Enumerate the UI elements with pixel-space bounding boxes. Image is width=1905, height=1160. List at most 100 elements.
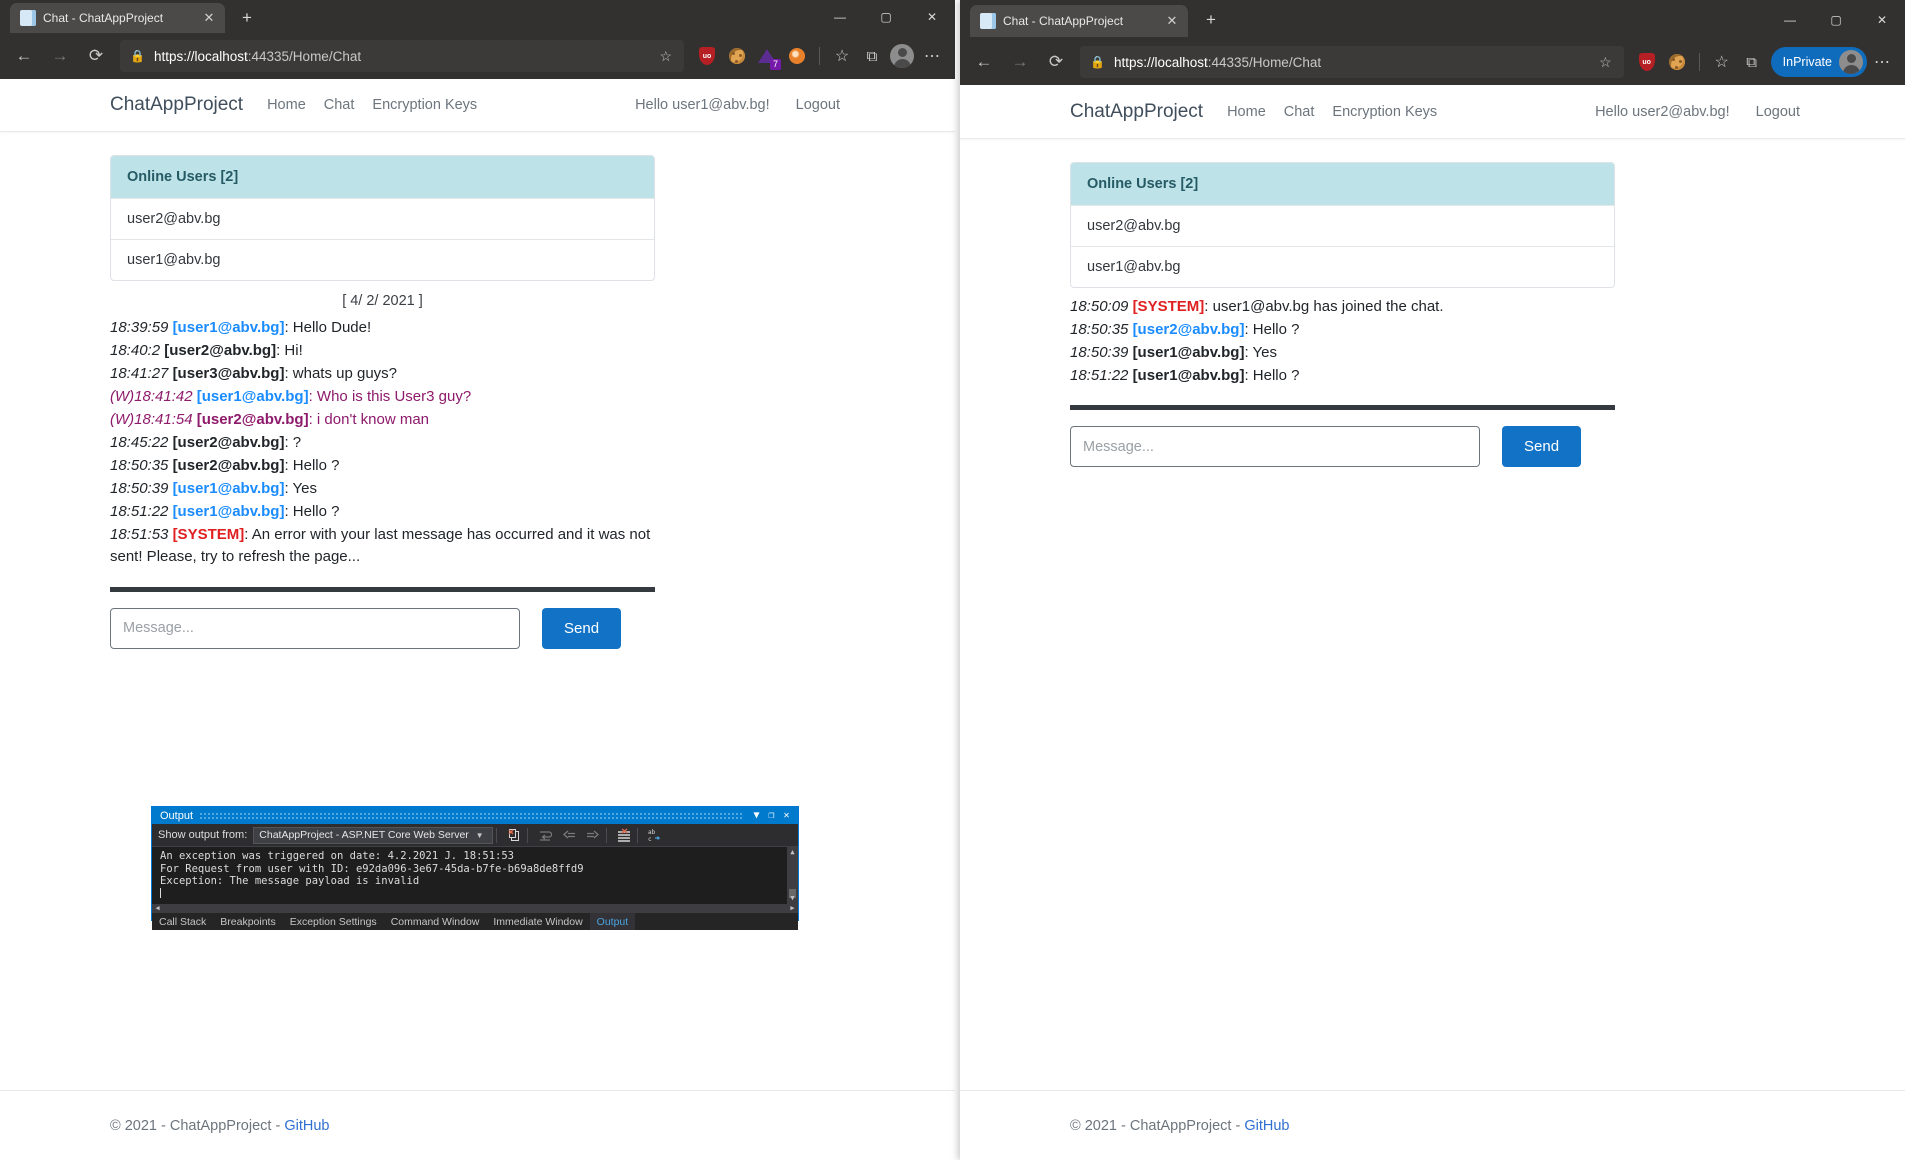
chat-message-whisper: (W)18:41:42 [user1@abv.bg]: Who is this … xyxy=(110,386,670,408)
output-vertical-scrollbar[interactable]: ▲ ▼ xyxy=(787,847,798,904)
online-user-row[interactable]: user1@abv.bg xyxy=(1071,246,1614,287)
nav-link-encryption-keys[interactable]: Encryption Keys xyxy=(1332,104,1437,120)
logout-link[interactable]: Logout xyxy=(1756,104,1800,120)
navigate-back-icon[interactable] xyxy=(559,826,579,845)
close-icon[interactable]: ✕ xyxy=(779,810,794,821)
logout-link[interactable]: Logout xyxy=(796,97,840,113)
toolbar-divider xyxy=(496,827,498,843)
message-input[interactable] xyxy=(110,607,520,649)
settings-more-icon[interactable]: ⋯ xyxy=(917,41,947,71)
send-button[interactable]: Send xyxy=(1502,426,1582,468)
output-console[interactable]: An exception was triggered on date: 4.2.… xyxy=(152,847,798,904)
reload-button[interactable]: ⟳ xyxy=(80,40,112,72)
nav-link-home[interactable]: Home xyxy=(1227,104,1266,120)
ublock-shield-icon[interactable]: uo xyxy=(1632,47,1662,77)
inprivate-badge[interactable]: InPrivate xyxy=(1770,47,1867,77)
address-bar[interactable]: 🔒 https://localhost:44335/Home/Chat ☆ xyxy=(120,40,684,72)
profile-avatar[interactable] xyxy=(887,41,917,71)
add-favorite-icon[interactable]: ☆ xyxy=(653,48,678,65)
send-button[interactable]: Send xyxy=(542,607,622,649)
message-author: [user2@abv.bg] xyxy=(172,457,285,475)
navigate-forward-icon[interactable] xyxy=(583,826,603,845)
browser-tab-right[interactable]: Chat - ChatAppProject ✕ xyxy=(970,5,1188,37)
minimize-button[interactable]: — xyxy=(817,0,863,33)
scroll-left-icon[interactable]: ◀ xyxy=(152,904,163,913)
drag-handle-dots[interactable] xyxy=(199,812,743,819)
purple-extension-icon[interactable]: 7 xyxy=(752,41,782,71)
tab-immediate-window[interactable]: Immediate Window xyxy=(486,913,589,930)
dropdown-chevron-icon[interactable]: ▼ xyxy=(749,810,764,821)
online-user-row[interactable]: user2@abv.bg xyxy=(111,198,654,239)
message-whisper-prefix: (W) xyxy=(110,411,135,429)
output-horizontal-scrollbar[interactable]: ◀ ▶ xyxy=(152,904,798,913)
message-text: : user1@abv.bg has joined the chat. xyxy=(1204,298,1444,315)
message-input[interactable] xyxy=(1070,426,1480,468)
tab-close-icon[interactable]: ✕ xyxy=(199,10,219,26)
cookie-icon[interactable] xyxy=(1662,47,1692,77)
tab-close-icon[interactable]: ✕ xyxy=(1162,13,1182,29)
scroll-down-icon[interactable]: ▼ xyxy=(787,893,798,904)
maximize-button[interactable]: ▢ xyxy=(1813,0,1859,39)
back-button[interactable]: ← xyxy=(968,46,1000,78)
minimize-button[interactable]: — xyxy=(1767,0,1813,39)
chat-message: 18:50:39 [user1@abv.bg]: Yes xyxy=(110,478,670,500)
favorites-icon[interactable]: ☆ xyxy=(1707,47,1737,77)
message-text: : Hello Dude! xyxy=(284,319,372,336)
new-tab-button[interactable]: + xyxy=(1200,10,1222,32)
output-panel-title: Output xyxy=(160,809,194,822)
reload-button[interactable]: ⟳ xyxy=(1040,46,1072,78)
footer-github-link[interactable]: GitHub xyxy=(1244,1118,1289,1134)
online-user-row[interactable]: user1@abv.bg xyxy=(111,239,654,280)
settings-more-icon[interactable]: ⋯ xyxy=(1867,47,1897,77)
output-source-select[interactable]: ChatAppProject - ASP.NET Core Web Server… xyxy=(253,826,494,844)
tab-breakpoints[interactable]: Breakpoints xyxy=(213,913,282,930)
favorites-icon[interactable]: ☆ xyxy=(827,41,857,71)
add-favorite-icon[interactable]: ☆ xyxy=(1593,54,1618,71)
message-author: [user1@abv.bg] xyxy=(172,319,285,336)
nav-link-home[interactable]: Home xyxy=(267,97,306,113)
url-path: :44335/Home/Chat xyxy=(1207,54,1322,70)
message-time: 18:41:27 xyxy=(110,365,169,383)
online-user-row[interactable]: user2@abv.bg xyxy=(1071,205,1614,246)
chat-message: 18:51:22 [user1@abv.bg]: Hello ? xyxy=(1070,365,1630,387)
forward-button[interactable]: → xyxy=(44,40,76,72)
scroll-right-icon[interactable]: ▶ xyxy=(787,904,798,913)
collections-icon[interactable]: ⧉ xyxy=(857,41,887,71)
tab-title: Chat - ChatAppProject xyxy=(43,11,164,25)
composer-left: Send xyxy=(110,607,845,649)
forward-button[interactable]: → xyxy=(1004,46,1036,78)
url-host: https://localhost xyxy=(153,48,248,64)
toggle-wordwrap-icon[interactable] xyxy=(535,826,555,845)
back-button[interactable]: ← xyxy=(8,40,40,72)
maximize-icon[interactable]: ❐ xyxy=(764,810,779,821)
browser-tab-left[interactable]: Chat - ChatAppProject ✕ xyxy=(10,3,225,33)
clear-pane-icon[interactable] xyxy=(614,826,634,845)
message-author: [user1@abv.bg] xyxy=(172,480,285,498)
close-window-button[interactable]: ✕ xyxy=(1859,0,1905,39)
site-brand[interactable]: ChatAppProject xyxy=(1070,101,1203,123)
tab-output[interactable]: Output xyxy=(589,913,636,930)
url-text: https://localhost:44335/Home/Chat xyxy=(154,49,653,64)
site-brand[interactable]: ChatAppProject xyxy=(110,94,243,116)
tab-exception-settings[interactable]: Exception Settings xyxy=(283,913,384,930)
message-time: 18:50:39 xyxy=(110,480,169,498)
message-text: : Who is this User3 guy? xyxy=(308,388,472,406)
scroll-up-icon[interactable]: ▲ xyxy=(787,847,798,858)
nav-link-chat[interactable]: Chat xyxy=(1284,104,1315,120)
nav-link-chat[interactable]: Chat xyxy=(324,97,355,113)
footer-github-link[interactable]: GitHub xyxy=(284,1118,329,1134)
tab-call-stack[interactable]: Call Stack xyxy=(152,913,213,930)
message-time: 18:41:54 xyxy=(134,411,193,429)
tab-command-window[interactable]: Command Window xyxy=(384,913,487,930)
find-icon[interactable]: ab c xyxy=(645,826,665,845)
new-tab-button[interactable]: + xyxy=(236,8,258,30)
orange-extension-icon[interactable] xyxy=(782,41,812,71)
nav-link-encryption-keys[interactable]: Encryption Keys xyxy=(372,97,477,113)
maximize-button[interactable]: ▢ xyxy=(863,0,909,33)
address-bar[interactable]: 🔒 https://localhost:44335/Home/Chat ☆ xyxy=(1080,46,1624,78)
close-window-button[interactable]: ✕ xyxy=(909,0,955,33)
clear-all-icon[interactable] xyxy=(504,826,524,845)
collections-icon[interactable]: ⧉ xyxy=(1737,47,1767,77)
cookie-icon[interactable] xyxy=(722,41,752,71)
ublock-shield-icon[interactable]: uo xyxy=(692,41,722,71)
